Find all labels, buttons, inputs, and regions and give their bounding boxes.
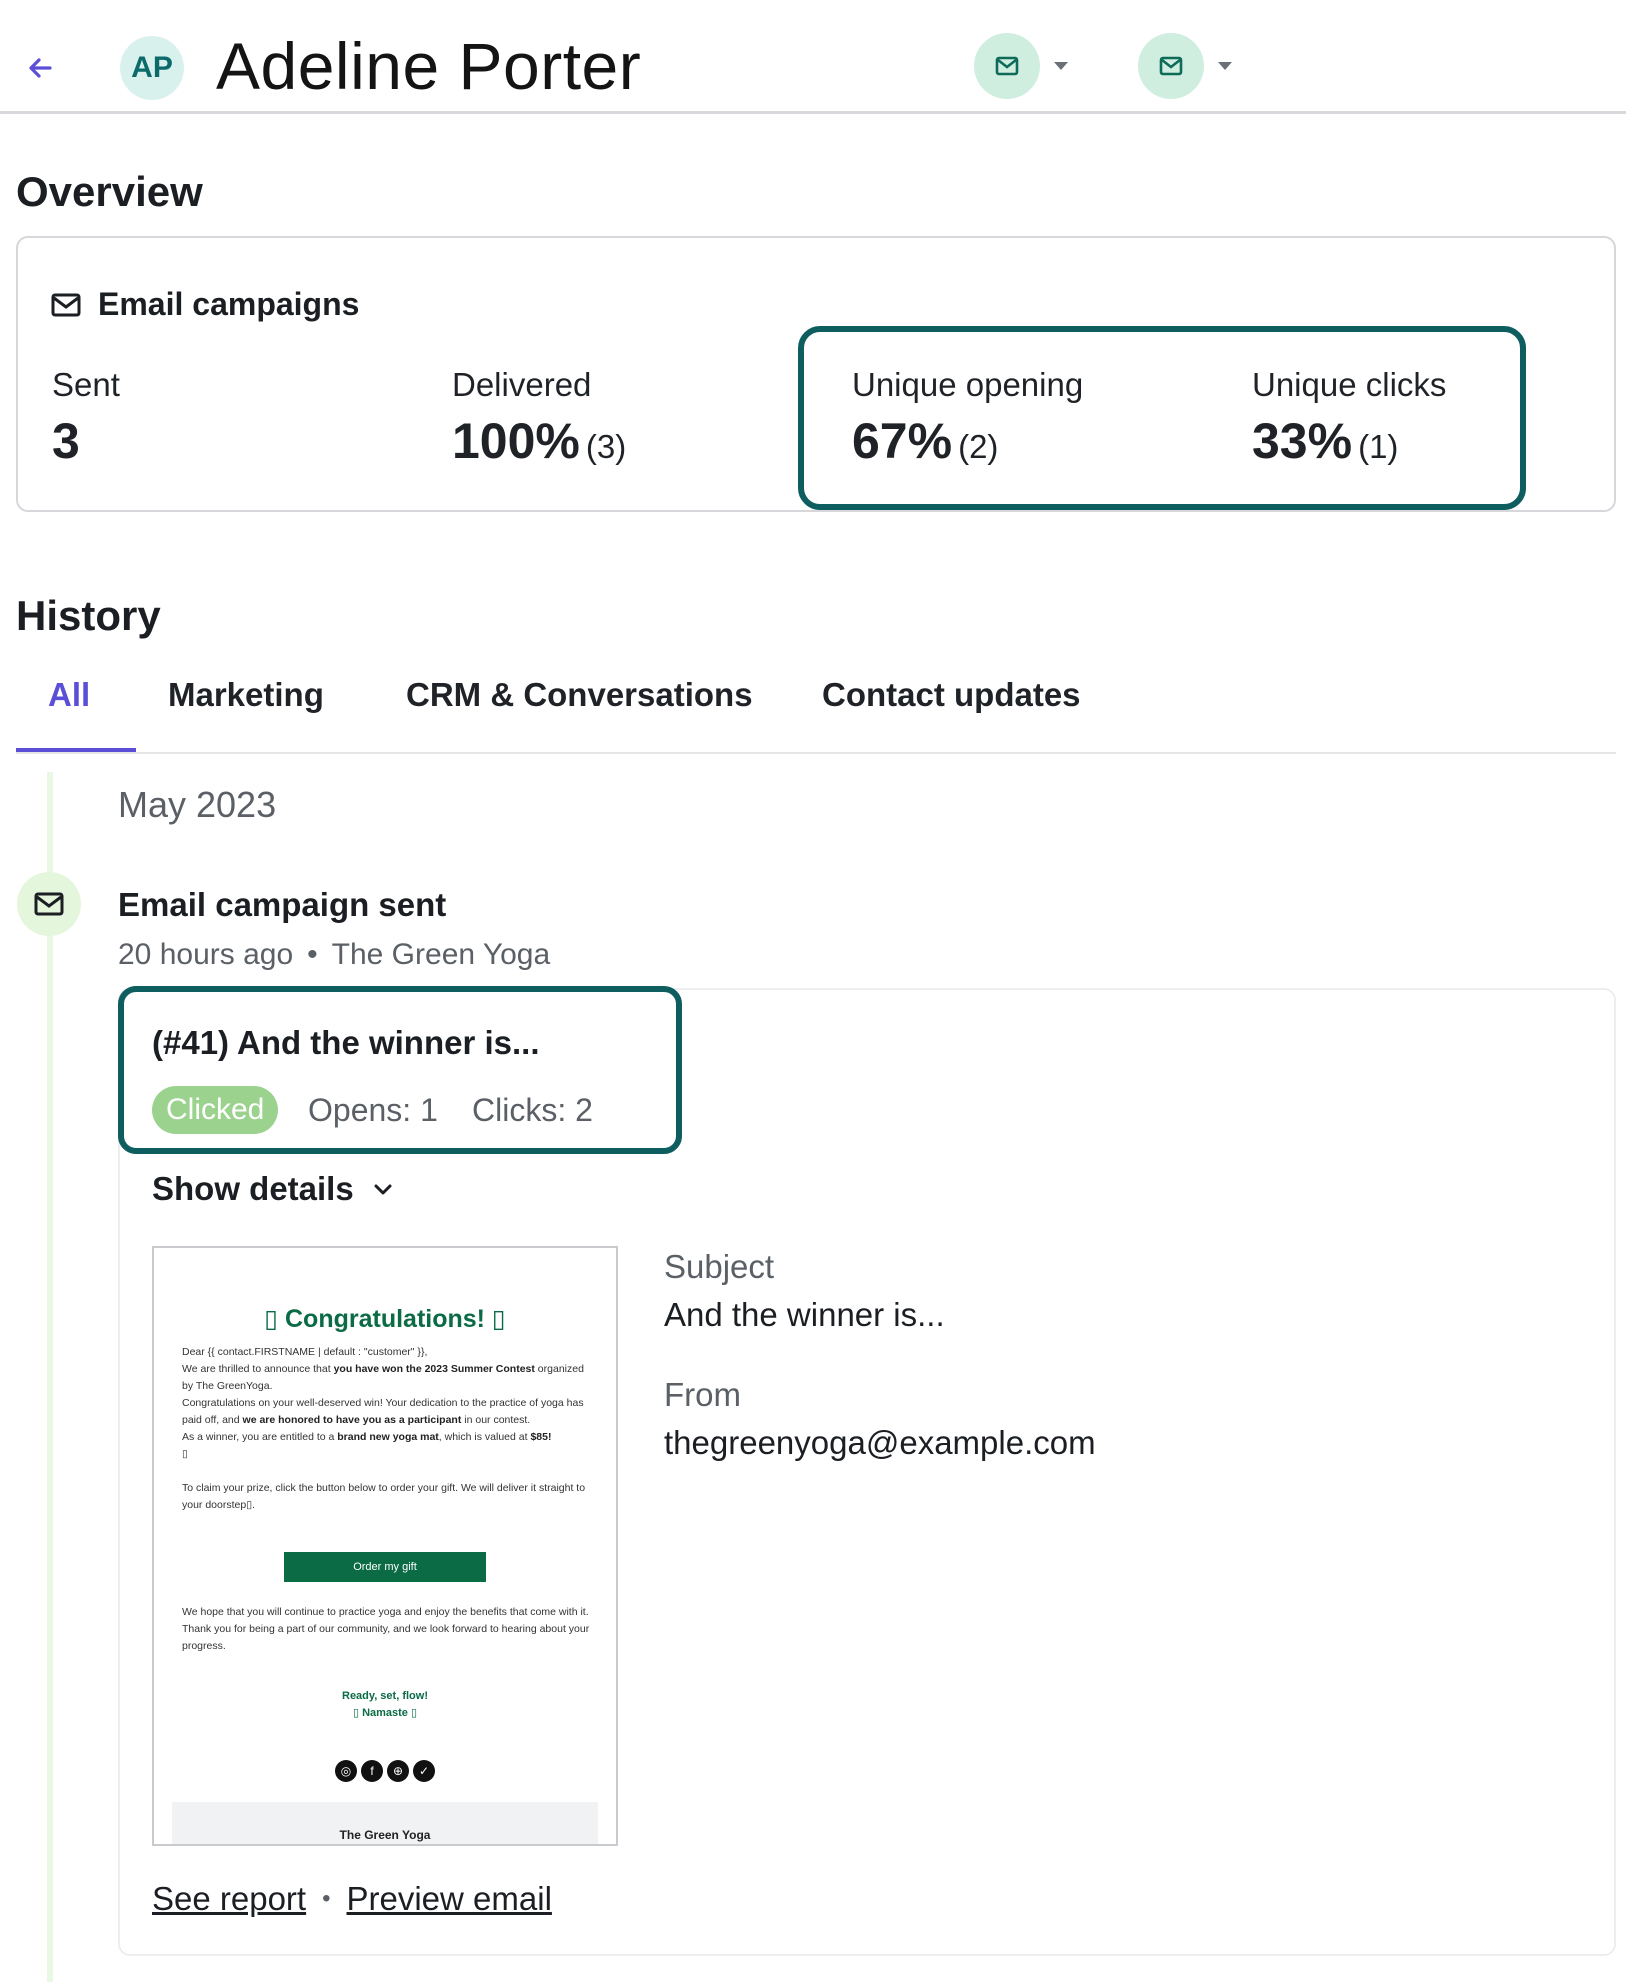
timeline-month: May 2023 xyxy=(118,784,277,825)
mail-icon xyxy=(51,293,81,316)
chevron-down-icon xyxy=(374,1184,392,1195)
mail-icon xyxy=(17,872,81,936)
see-report-link[interactable]: See report xyxy=(152,1880,306,1918)
tab-contact-updates[interactable]: Contact updates xyxy=(822,676,1081,714)
preview-line: To claim your prize, click the button be… xyxy=(182,1482,586,1511)
contact-header: AP Adeline Porter xyxy=(0,0,1626,114)
twitter-icon: ✓ xyxy=(413,1760,435,1782)
preview-line: We hope that you will continue to practi… xyxy=(182,1606,590,1652)
subject-label: Subject xyxy=(664,1248,775,1285)
highlight-box-engagement xyxy=(798,326,1526,510)
subject-value: And the winner is... xyxy=(664,1296,945,1333)
chevron-down-icon[interactable] xyxy=(1054,62,1068,70)
preview-text: We are thrilled to announce that xyxy=(182,1363,334,1375)
preview-text: in our contest. xyxy=(461,1414,531,1426)
mail-icon xyxy=(1159,56,1183,76)
stat-sent: Sent 3 xyxy=(52,366,120,466)
stat-delivered: Delivered 100% (3) xyxy=(452,366,626,466)
email-action-button[interactable] xyxy=(974,32,1068,100)
active-tab-indicator xyxy=(16,748,136,752)
preview-email-link[interactable]: Preview email xyxy=(347,1880,552,1918)
preview-text: brand new yoga mat xyxy=(337,1431,439,1443)
tab-crm-conversations[interactable]: CRM & Conversations xyxy=(406,676,753,714)
tab-all[interactable]: All xyxy=(48,676,90,714)
email-campaigns-heading: Email campaigns xyxy=(50,286,359,323)
event-links: See report • Preview email xyxy=(152,1880,552,1918)
preview-text: you have won the 2023 Summer Contest xyxy=(333,1363,535,1375)
show-details-toggle[interactable]: Show details xyxy=(152,1170,394,1208)
preview-body: Dear {{ contact.FIRSTNAME | default : "c… xyxy=(182,1344,594,1514)
preview-signoff: Ready, set, flow! ▯ Namaste ▯ xyxy=(154,1688,616,1722)
email-campaigns-label: Email campaigns xyxy=(98,286,360,322)
stat-count: (3) xyxy=(585,428,627,465)
preview-text: $85! xyxy=(530,1431,552,1443)
instagram-icon: ◎ xyxy=(335,1760,357,1782)
event-sender: The Green Yoga xyxy=(331,938,551,971)
preview-order-button: Order my gift xyxy=(284,1552,486,1582)
mail-icon xyxy=(995,56,1019,76)
preview-signoff-line: Ready, set, flow! xyxy=(342,1690,428,1702)
facebook-icon: f xyxy=(361,1760,383,1782)
campaign-name: (#41) And the winner is... xyxy=(152,1024,540,1061)
back-arrow-icon[interactable] xyxy=(24,52,56,84)
globe-icon: ⊕ xyxy=(387,1760,409,1782)
preview-social-icons: ◎ f ⊕ ✓ xyxy=(154,1760,616,1782)
stat-value: 100% xyxy=(452,413,580,469)
from-label: From xyxy=(664,1376,741,1413)
chevron-down-icon[interactable] xyxy=(1218,62,1232,70)
tab-marketing[interactable]: Marketing xyxy=(168,676,324,714)
event-time: 20 hours ago xyxy=(118,938,294,971)
status-badge: Clicked xyxy=(152,1086,279,1134)
stat-label: Delivered xyxy=(452,366,592,403)
event-title: Email campaign sent xyxy=(118,886,447,923)
preview-text: ▯ xyxy=(182,1448,188,1460)
from-value: thegreenyoga@example.com xyxy=(664,1424,1096,1461)
overview-title: Overview xyxy=(16,168,203,215)
event-meta: 20 hours ago • The Green Yoga xyxy=(118,938,551,971)
preview-heading: ▯ Congratulations! ▯ xyxy=(264,1305,506,1333)
stat-value: 3 xyxy=(52,413,80,469)
history-tabs: All Marketing CRM & Conversations Contac… xyxy=(16,672,1616,754)
preview-signoff-line: ▯ Namaste ▯ xyxy=(352,1707,418,1719)
clicks-count: Clicks: 2 xyxy=(472,1092,593,1128)
preview-text: we are honored to have you as a particip… xyxy=(242,1414,462,1426)
history-title: History xyxy=(16,592,161,639)
preview-footer: The Green Yoga xyxy=(172,1802,598,1844)
timeline-line xyxy=(47,772,53,1982)
email-options-button[interactable] xyxy=(1138,32,1232,100)
contact-name: Adeline Porter xyxy=(216,29,642,103)
stat-label: Sent xyxy=(52,366,120,403)
avatar: AP xyxy=(120,36,184,100)
preview-line: Dear {{ contact.FIRSTNAME | default : "c… xyxy=(182,1346,428,1358)
opens-count: Opens: 1 xyxy=(308,1092,438,1128)
preview-text: , which is valued at xyxy=(438,1431,531,1443)
preview-text: As a winner, you are entitled to a xyxy=(182,1431,338,1443)
show-details-label: Show details xyxy=(152,1170,354,1207)
email-preview-thumbnail[interactable]: ▯ Congratulations! ▯ Dear {{ contact.FIR… xyxy=(152,1246,618,1846)
